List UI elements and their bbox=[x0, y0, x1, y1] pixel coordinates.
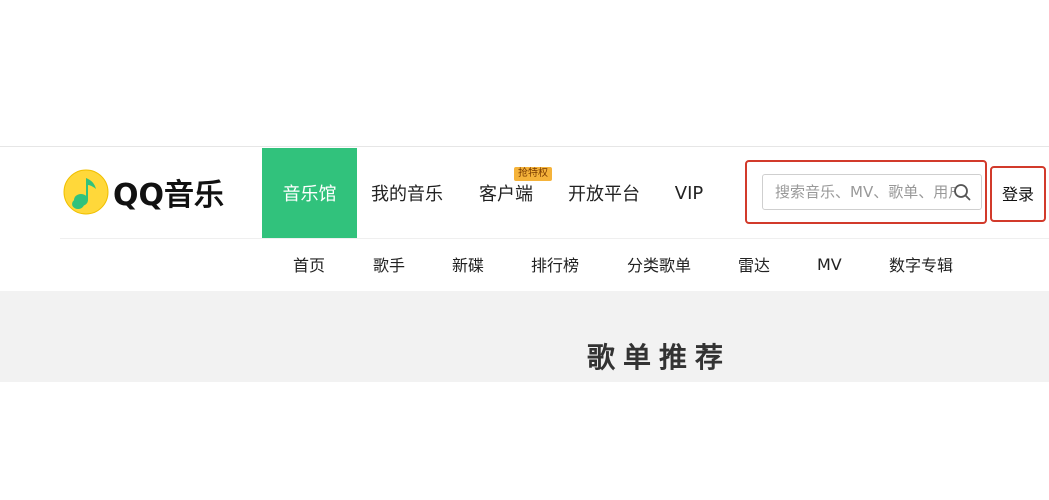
nav-item-music-hall[interactable]: 音乐馆 bbox=[262, 148, 357, 238]
subnav-label: 首页 bbox=[293, 256, 326, 275]
header-top-border bbox=[0, 146, 1049, 147]
search-box[interactable] bbox=[762, 174, 982, 210]
subnav-item-home[interactable]: 首页 bbox=[293, 252, 325, 276]
brand-name: QQ音乐 bbox=[113, 178, 225, 213]
login-button[interactable]: 登录 bbox=[992, 167, 1044, 219]
qq-music-logo-icon bbox=[63, 169, 109, 215]
section-title: 歌单推荐 bbox=[587, 341, 732, 374]
nav-item-label: VIP bbox=[674, 182, 704, 204]
login-label: 登录 bbox=[1001, 185, 1034, 204]
subnav-item-charts[interactable]: 排行榜 bbox=[531, 252, 579, 276]
nav-item-label: 音乐馆 bbox=[282, 184, 337, 205]
nav-item-label: 我的音乐 bbox=[371, 184, 443, 205]
subnav-item-radar[interactable]: 雷达 bbox=[738, 252, 770, 276]
subnav-label: 雷达 bbox=[738, 256, 771, 275]
nav-item-client[interactable]: 客户端 bbox=[470, 148, 542, 238]
subnav-item-playlists[interactable]: 分类歌单 bbox=[627, 252, 691, 276]
content-band bbox=[0, 291, 1049, 382]
subnav-item-singers[interactable]: 歌手 bbox=[373, 252, 405, 276]
client-promo-badge: 抢特权 bbox=[514, 167, 552, 181]
subnav-label: 排行榜 bbox=[531, 256, 580, 275]
nav-item-vip[interactable]: VIP bbox=[668, 148, 710, 238]
subnav-label: MV bbox=[817, 254, 842, 274]
nav-item-open-platform[interactable]: 开放平台 bbox=[560, 148, 648, 238]
subnav-label: 数字专辑 bbox=[889, 256, 954, 275]
search-icon[interactable] bbox=[953, 183, 971, 201]
nav-item-label: 客户端 bbox=[479, 184, 533, 205]
nav-divider bbox=[60, 238, 1049, 239]
subnav-item-mv[interactable]: MV bbox=[817, 252, 842, 276]
logo[interactable]: QQ音乐 bbox=[63, 169, 224, 215]
subnav-label: 新碟 bbox=[452, 256, 485, 275]
nav-item-label: 开放平台 bbox=[568, 184, 640, 205]
subnav-item-new-albums[interactable]: 新碟 bbox=[452, 252, 484, 276]
subnav-item-digital-albums[interactable]: 数字专辑 bbox=[889, 252, 953, 276]
subnav-label: 歌手 bbox=[373, 256, 406, 275]
search-input[interactable] bbox=[773, 176, 957, 208]
subnav-label: 分类歌单 bbox=[627, 256, 692, 275]
nav-item-my-music[interactable]: 我的音乐 bbox=[362, 148, 452, 238]
